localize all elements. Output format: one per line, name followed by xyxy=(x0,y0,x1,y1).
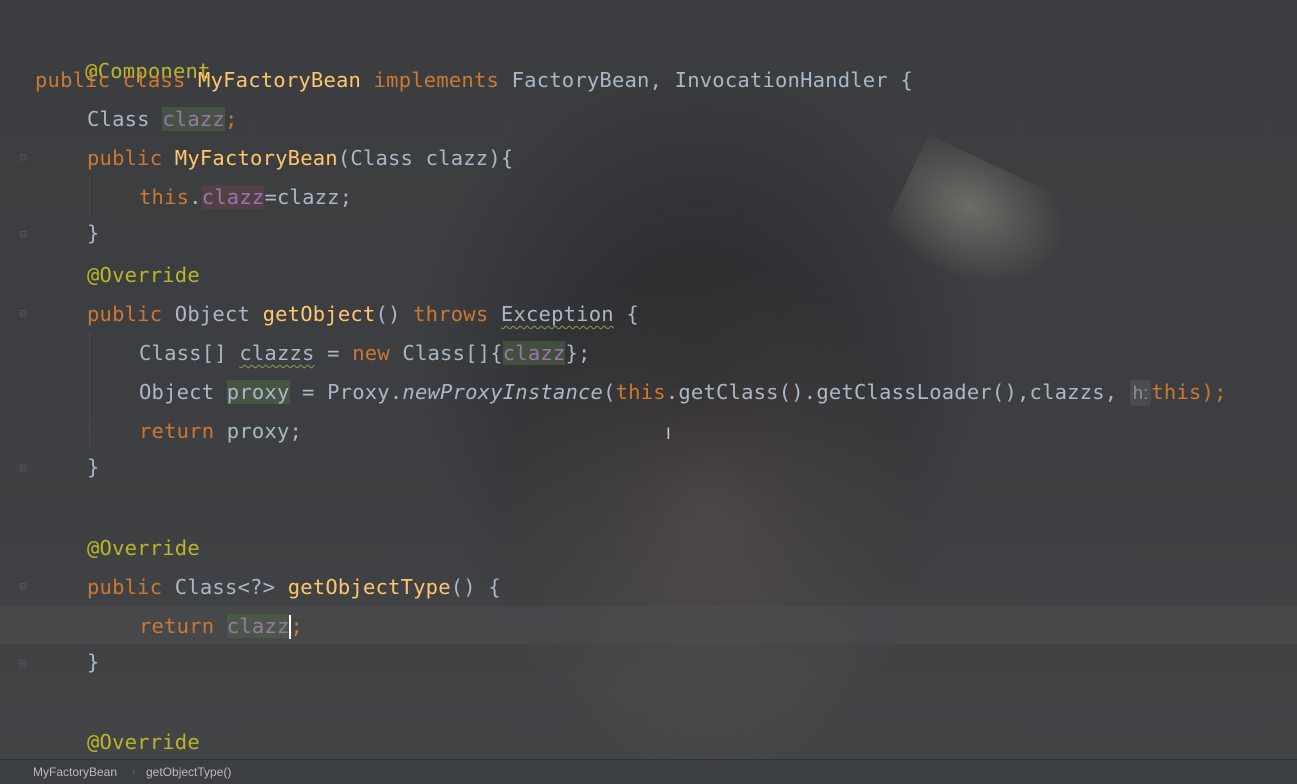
code-text: ); xyxy=(1201,380,1227,404)
code-line-15[interactable]: return clazz; xyxy=(139,611,303,641)
code-line-12[interactable]: } xyxy=(87,452,100,482)
code-line-1[interactable]: @Component xyxy=(35,26,211,83)
keyword: public xyxy=(87,302,175,326)
code-line-17[interactable]: @Override xyxy=(87,727,200,757)
code-line-5[interactable]: this.clazz=clazz; xyxy=(139,182,352,212)
exception-name: Exception xyxy=(500,302,614,326)
code-text: = Proxy. xyxy=(289,380,403,404)
fold-marker-icon[interactable]: ⊟ xyxy=(14,461,32,475)
code-line-14[interactable]: public Class<?> getObjectType() { xyxy=(87,572,501,602)
keyword: public xyxy=(87,575,175,599)
keyword: implements xyxy=(373,68,512,92)
keyword: public class xyxy=(35,68,199,92)
code-text: Object xyxy=(139,380,227,404)
fold-marker-icon[interactable]: ⊟ xyxy=(14,150,32,164)
keyword: new xyxy=(352,341,403,365)
closing-brace: } xyxy=(87,221,100,245)
constructor-name: MyFactoryBean xyxy=(174,146,338,170)
code-line-9[interactable]: Class[] clazzs = new Class[]{clazz}; xyxy=(139,338,591,368)
code-text: }; xyxy=(565,341,591,365)
field-name: clazz xyxy=(226,614,290,638)
code-line-10[interactable]: Object proxy = Proxy.newProxyInstance(th… xyxy=(139,377,1227,407)
code-line-2[interactable]: public class MyFactoryBean implements Fa… xyxy=(35,65,913,95)
code-text: { xyxy=(613,302,639,326)
code-line-6[interactable]: } xyxy=(87,218,100,248)
indent-guide xyxy=(89,332,90,450)
semicolon: ; xyxy=(290,614,304,638)
annotation: @Override xyxy=(87,263,200,287)
parameter-hint: h: xyxy=(1129,380,1152,406)
type-name: Class xyxy=(87,107,163,131)
keyword: this xyxy=(615,380,666,404)
editor-gutter[interactable]: ⊟ ⊟ ⊟ ⊟ ⊟ ⊟ xyxy=(0,0,32,760)
closing-brace: } xyxy=(87,455,100,479)
code-text: Class[] xyxy=(139,341,240,365)
variable-name: proxy xyxy=(226,380,290,404)
code-line-3[interactable]: Class clazz; xyxy=(87,104,238,134)
code-line-4[interactable]: public MyFactoryBean(Class clazz){ xyxy=(87,143,513,173)
keyword: this xyxy=(1151,380,1202,404)
type-name: Class<?> xyxy=(174,575,288,599)
keyword: public xyxy=(87,146,175,170)
background-image-ornament xyxy=(877,134,1083,316)
method-name: newProxyInstance xyxy=(402,380,604,404)
code-text: FactoryBean, InvocationHandler { xyxy=(511,68,913,92)
code-text: Class[]{ xyxy=(402,341,503,365)
keyword: return xyxy=(139,419,227,443)
field-name: clazz xyxy=(162,107,225,131)
closing-brace: } xyxy=(87,650,100,674)
fold-marker-icon[interactable]: ⊟ xyxy=(14,306,32,320)
code-text: () xyxy=(375,302,414,326)
breadcrumb-item-class[interactable]: MyFactoryBean xyxy=(33,760,117,784)
class-name: MyFactoryBean xyxy=(198,68,374,92)
code-text: =clazz; xyxy=(264,185,353,209)
annotation: @Override xyxy=(87,536,200,560)
text-cursor-icon: I xyxy=(666,424,671,443)
indent-guide xyxy=(89,176,90,218)
code-text: (Class clazz){ xyxy=(337,146,514,170)
code-line-16[interactable]: } xyxy=(87,647,100,677)
indent-guide xyxy=(89,606,90,644)
semicolon: ; xyxy=(224,107,238,131)
code-text: .getClass().getClassLoader(),clazzs, xyxy=(665,380,1130,404)
breadcrumb-item-method[interactable]: getObjectType() xyxy=(146,760,231,784)
code-line-13[interactable]: @Override xyxy=(87,533,200,563)
code-text: = xyxy=(314,341,353,365)
code-text: proxy; xyxy=(226,419,303,443)
code-text: () { xyxy=(450,575,501,599)
field-name: clazz xyxy=(502,341,566,365)
keyword: this xyxy=(139,185,190,209)
variable-name: clazzs xyxy=(239,341,315,365)
code-line-11[interactable]: return proxy; xyxy=(139,416,302,446)
breadcrumb-separator-icon: › xyxy=(132,766,136,777)
code-text: . xyxy=(189,185,202,209)
type-name: Object xyxy=(174,302,263,326)
code-editor[interactable]: ⊟ ⊟ ⊟ ⊟ ⊟ ⊟ @Component public class MyFa… xyxy=(0,0,1297,760)
breadcrumb: MyFactoryBean › getObjectType() xyxy=(0,759,1297,784)
code-line-8[interactable]: public Object getObject() throws Excepti… xyxy=(87,299,639,329)
annotation: @Override xyxy=(87,730,200,754)
code-line-7[interactable]: @Override xyxy=(87,260,200,290)
method-name: getObjectType xyxy=(287,575,451,599)
fold-marker-icon[interactable]: ⊟ xyxy=(14,227,32,241)
fold-marker-icon[interactable]: ⊟ xyxy=(14,579,32,593)
method-name: getObject xyxy=(262,302,376,326)
keyword: throws xyxy=(413,302,501,326)
fold-marker-icon[interactable]: ⊟ xyxy=(14,656,32,670)
code-text: ( xyxy=(603,380,616,404)
field-name: clazz xyxy=(201,185,265,209)
keyword: return xyxy=(139,614,227,638)
